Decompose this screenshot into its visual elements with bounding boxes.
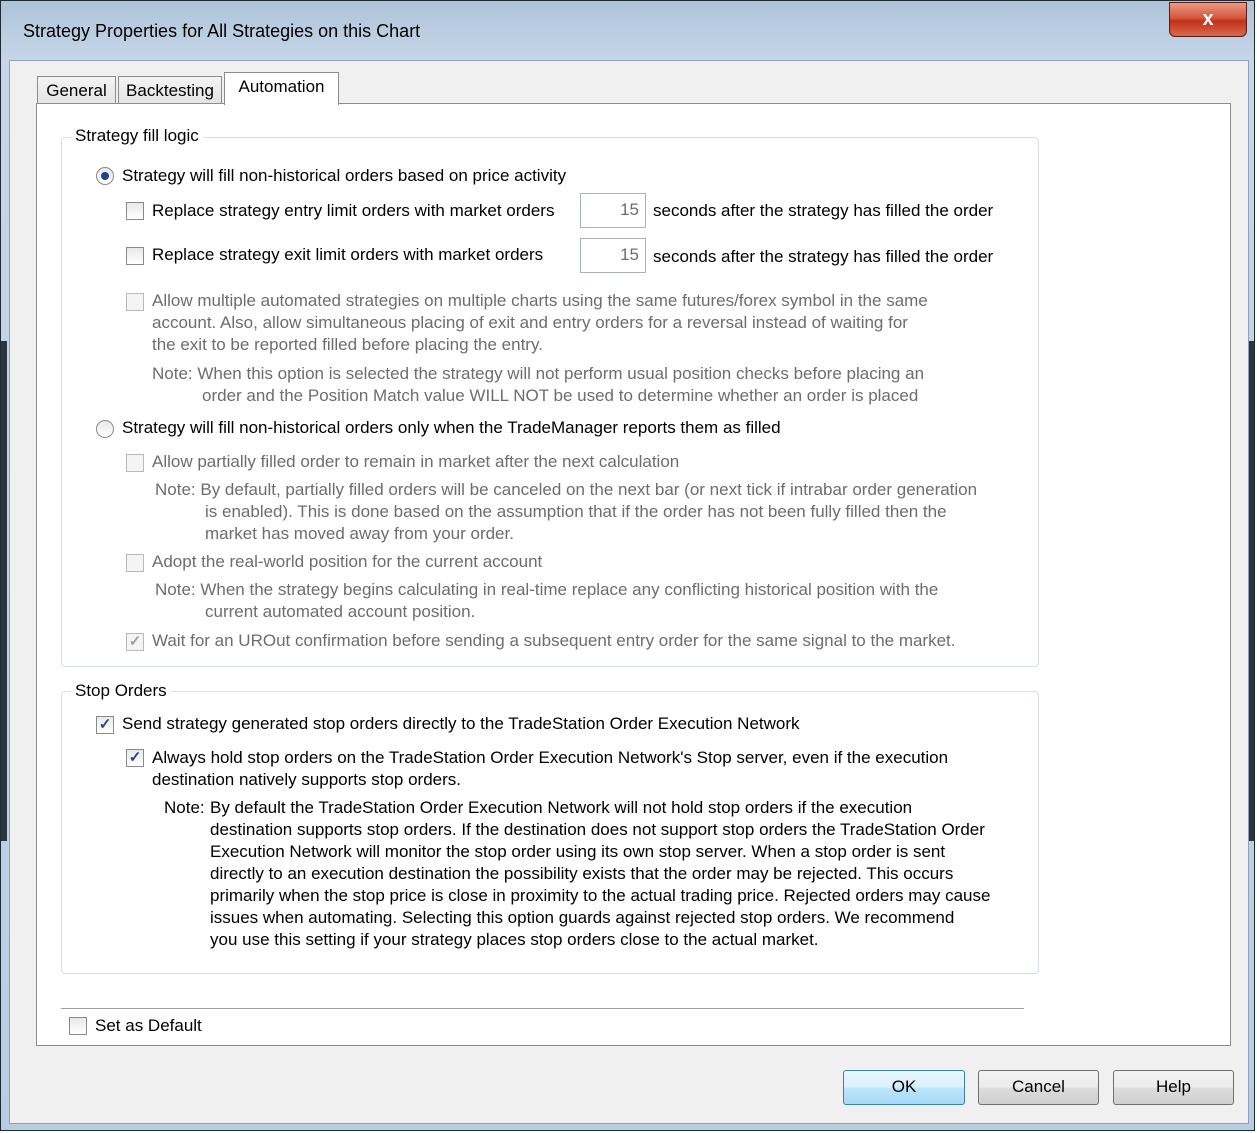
partial-fill-checkbox[interactable] [126,454,144,472]
note-line: market has moved away from your order. [205,524,514,543]
checkmark-icon: ✓ [98,716,112,733]
radio-trademanager-label[interactable]: Strategy will fill non-historical orders… [122,418,781,438]
stop-note-prefix: Note: [164,798,205,817]
radio-trademanager[interactable] [96,420,114,438]
partial-fill-label: Allow partially filled order to remain i… [152,452,680,471]
cancel-button[interactable]: Cancel [978,1070,1099,1105]
stop-orders-legend: Stop Orders [71,681,171,701]
title-bar[interactable]: Strategy Properties for All Strategies o… [1,1,1254,61]
tab-general[interactable]: General [37,76,116,104]
wait-urout-checkbox[interactable]: ✓ [126,633,144,651]
radio-selected-dot [101,172,109,180]
replace-exit-suffix: seconds after the strategy has filled th… [653,247,994,266]
replace-entry-label[interactable]: Replace strategy entry limit orders with… [152,201,554,221]
note-line: current automated account position. [205,602,476,621]
window-title: Strategy Properties for All Strategies o… [23,21,421,41]
always-hold-line: Always hold stop orders on the TradeStat… [152,748,949,767]
ok-button[interactable]: OK [843,1070,965,1105]
note-line: order and the Position Match value WILL … [202,386,919,405]
note-line: Note: When the strategy begins calculati… [155,580,939,599]
separator [61,1008,1024,1009]
allow-multiple-line: the exit to be reported filled before pl… [152,335,543,354]
allow-multiple-note: Note: When this option is selected the s… [152,363,924,407]
adopt-position-note: Note: When the strategy begins calculati… [155,579,938,623]
radio-price-activity-label[interactable]: Strategy will fill non-historical orders… [122,166,566,186]
always-hold-checkbox[interactable]: ✓ [126,749,144,767]
adopt-position-checkbox[interactable] [126,554,144,572]
allow-multiple-label: Allow multiple automated strategies on m… [152,290,928,356]
replace-exit-label[interactable]: Replace strategy exit limit orders with … [152,245,543,265]
set-default-label[interactable]: Set as Default [95,1016,202,1036]
replace-entry-suffix: seconds after the strategy has filled th… [653,201,994,220]
note-line: directly to an execution destination the… [210,864,954,883]
note-line: Execution Network will monitor the stop … [210,842,946,861]
close-button[interactable]: x [1169,2,1247,37]
replace-entry-seconds-input[interactable]: 15 [580,193,646,228]
note-line: you use this setting if your strategy pl… [210,930,819,949]
note-line: Note: By default, partially filled order… [155,480,978,499]
send-direct-label[interactable]: Send strategy generated stop orders dire… [122,714,800,734]
replace-entry-checkbox[interactable] [126,202,144,220]
send-direct-checkbox[interactable]: ✓ [96,716,114,734]
replace-exit-seconds-input[interactable]: 15 [580,238,646,273]
replace-exit-checkbox[interactable] [126,247,144,265]
always-hold-label[interactable]: Always hold stop orders on the TradeStat… [152,747,948,791]
note-line: destination supports stop orders. If the… [210,820,985,839]
help-button[interactable]: Help [1113,1070,1234,1105]
close-icon: x [1202,8,1214,30]
dialog-window: Strategy Properties for All Strategies o… [0,0,1255,1131]
window-frame-left [1,341,7,841]
radio-price-activity[interactable] [96,167,114,185]
fill-logic-legend: Strategy fill logic [71,126,203,146]
note-line: is enabled). This is done based on the a… [205,502,947,521]
automation-tab-panel: Strategy fill logic Strategy will fill n… [36,103,1231,1046]
set-default-checkbox[interactable] [69,1017,87,1035]
checkmark-icon: ✓ [128,749,142,766]
tab-backtesting[interactable]: Backtesting [118,76,222,104]
note-line: By default the TradeStation Order Execut… [210,798,913,817]
wait-urout-label: Wait for an UROut confirmation before se… [152,631,956,650]
always-hold-line: destination natively supports stop order… [152,770,462,789]
tab-automation[interactable]: Automation [224,72,339,105]
allow-multiple-line: Allow multiple automated strategies on m… [152,291,928,310]
note-line: primarily when the stop price is close i… [210,886,991,905]
note-line: Note: When this option is selected the s… [152,364,925,383]
dialog-client-area: General Backtesting Automation Strategy … [9,60,1249,1124]
checkmark-icon: ✓ [128,633,142,650]
note-line: issues when automating. Selecting this o… [210,908,955,927]
allow-multiple-line: account. Also, allow simultaneous placin… [152,313,908,332]
allow-multiple-checkbox[interactable] [126,293,144,311]
partial-fill-note: Note: By default, partially filled order… [155,479,977,545]
adopt-position-label: Adopt the real-world position for the cu… [152,552,543,571]
stop-orders-note: By default the TradeStation Order Execut… [210,797,990,951]
